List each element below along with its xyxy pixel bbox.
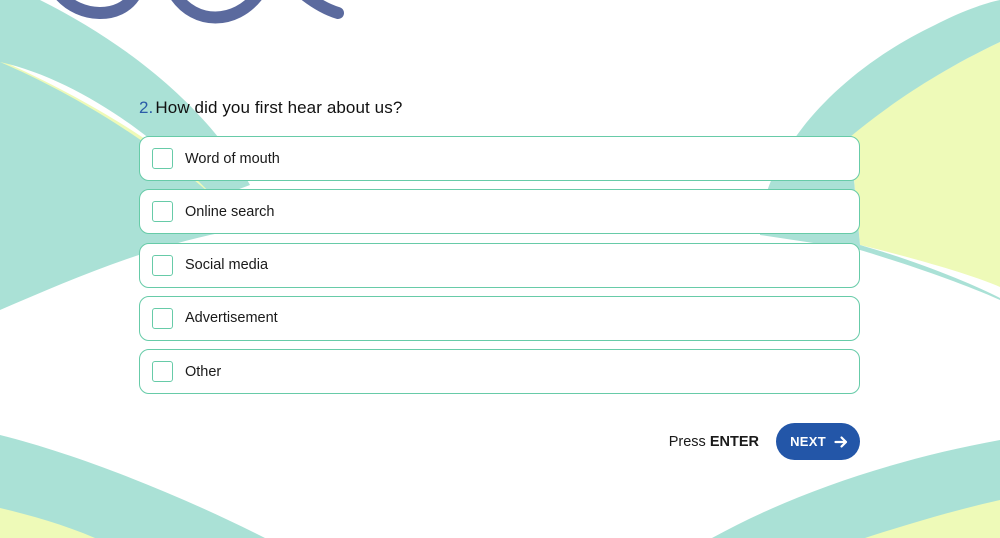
survey-question-card: 2. How did you first hear about us? Word…	[139, 98, 860, 402]
option-label: Social media	[185, 257, 269, 273]
top-navy-squiggle	[56, 0, 344, 24]
keyboard-hint: Press ENTER	[669, 434, 759, 450]
hint-prefix: Press	[668, 433, 706, 450]
checkbox[interactable]	[152, 148, 173, 169]
option-word-of-mouth[interactable]: Word of mouth	[139, 136, 860, 181]
arrow-right-icon	[834, 435, 848, 448]
option-advertisement[interactable]: Advertisement	[139, 295, 860, 341]
form-footer: Press ENTER NEXT	[669, 423, 860, 460]
next-button[interactable]: NEXT	[776, 423, 860, 460]
option-label: Other	[185, 363, 222, 380]
hint-key: ENTER	[709, 433, 759, 450]
checkbox[interactable]	[152, 201, 173, 223]
question-number: 2.	[139, 98, 154, 117]
option-social-media[interactable]: Social media	[139, 242, 860, 288]
checkbox[interactable]	[152, 361, 173, 382]
checkbox[interactable]	[152, 254, 173, 276]
question-text: How did you first hear about us?	[155, 98, 403, 117]
option-label: Online search	[185, 203, 275, 220]
options-list: Word of mouth Online search Social media…	[139, 136, 860, 394]
option-label: Advertisement	[185, 310, 278, 327]
option-label: Word of mouth	[185, 150, 280, 167]
next-button-label: NEXT	[790, 434, 826, 449]
checkbox[interactable]	[152, 307, 173, 329]
option-online-search[interactable]: Online search	[139, 189, 860, 235]
question-heading: 2. How did you first hear about us?	[139, 98, 860, 126]
option-other[interactable]: Other	[139, 349, 860, 394]
